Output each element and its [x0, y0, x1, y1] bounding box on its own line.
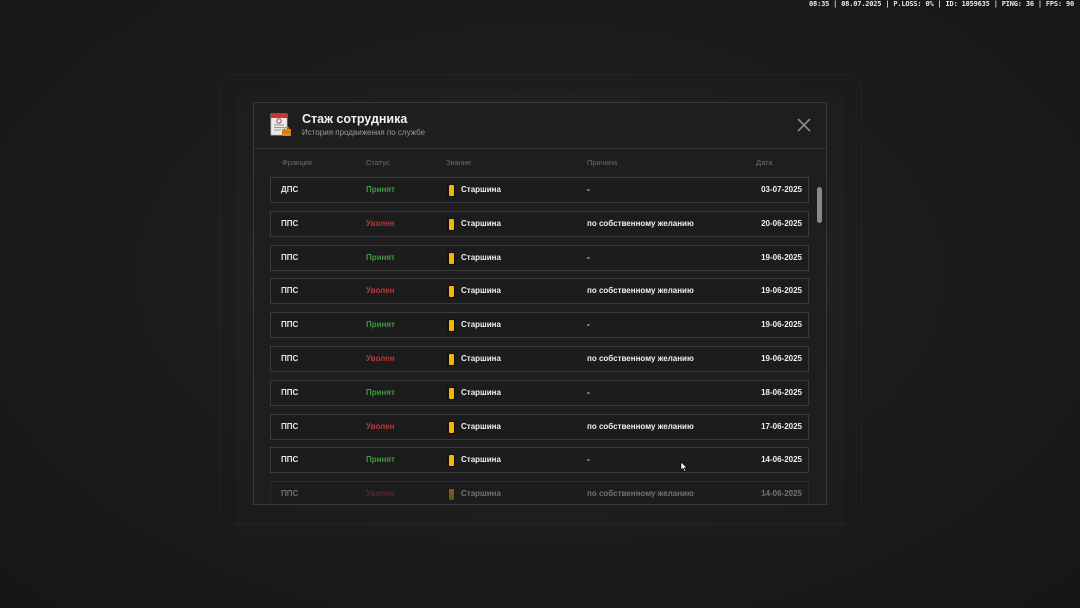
rank-insignia-icon — [447, 454, 455, 468]
rank-insignia-icon — [447, 217, 455, 231]
row-date: 18-06-2025 — [761, 387, 802, 397]
row-faction: ДПС — [281, 185, 299, 194]
table-row[interactable]: ППС Уволен Старшина по собственному желанию… — [270, 481, 809, 504]
row-faction: ППС — [281, 320, 299, 330]
row-date: 20-06-2025 — [761, 218, 802, 228]
row-date: 14-06-2025 — [761, 489, 802, 499]
row-date: 19-06-2025 — [761, 354, 802, 363]
row-reason: - — [587, 455, 590, 465]
row-faction: ППС — [281, 354, 299, 363]
column-header-faction: Фракция — [282, 158, 312, 167]
row-reason: по собственному желанию — [587, 218, 694, 228]
modal-title: Стаж сотрудника — [302, 112, 408, 126]
row-rank: Старшина — [461, 489, 501, 499]
rank-insignia-icon — [447, 386, 455, 400]
row-reason: - — [587, 387, 590, 397]
table-row[interactable]: ППС Уволен Старшина по собственному желанию… — [270, 346, 809, 372]
modal-subtitle: История продвижения по службе — [302, 128, 426, 137]
row-rank: Старшина — [461, 387, 501, 397]
rank-insignia-icon — [447, 184, 455, 197]
row-date: 17-06-2025 — [761, 421, 802, 431]
row-rank: Старшина — [461, 185, 501, 194]
table-row[interactable]: ППС Принят Старшина - 14-06-2025 — [270, 447, 809, 474]
rank-insignia-icon — [447, 251, 455, 265]
game-screen: 08:35 | 08.07.2025 | P.LOSS: 0% | ID: 10… — [0, 0, 1080, 608]
row-rank: Старшина — [461, 421, 501, 431]
row-status: Уволен — [366, 354, 395, 363]
row-status: Уволен — [366, 218, 395, 228]
row-date: 19-06-2025 — [761, 320, 802, 330]
rank-insignia-icon — [447, 319, 455, 333]
table-row[interactable]: ППС Принят Старшина - 18-06-2025 — [270, 379, 809, 406]
row-reason: по собственному желанию — [587, 489, 694, 499]
status-bar: 08:35 | 08.07.2025 | P.LOSS: 0% | ID: 10… — [809, 0, 1074, 8]
column-header-rank: Звание — [446, 158, 472, 167]
row-date: 19-06-2025 — [761, 286, 802, 296]
row-rank: Старшина — [461, 354, 501, 363]
row-rank: Старшина — [461, 218, 501, 228]
rank-insignia-icon — [447, 353, 455, 366]
row-rank: Старшина — [461, 252, 501, 262]
table-row[interactable]: ППС Уволен Старшина по собственному желанию… — [270, 413, 809, 440]
mouse-cursor-icon — [680, 460, 690, 473]
row-reason: - — [587, 252, 590, 262]
row-status: Принят — [366, 387, 395, 397]
row-reason: - — [587, 185, 590, 194]
row-status: Уволен — [366, 421, 395, 431]
row-faction: ППС — [281, 489, 299, 499]
row-status: Уволен — [366, 286, 395, 296]
scrollbar-thumb[interactable] — [817, 187, 822, 223]
column-header-status: Статус — [366, 158, 390, 167]
row-faction: ППС — [281, 455, 299, 465]
row-date: 03-07-2025 — [761, 185, 802, 194]
row-date: 19-06-2025 — [761, 252, 802, 262]
row-status: Уволен — [366, 489, 395, 499]
row-status: Принят — [366, 252, 395, 262]
table-row[interactable]: ДПС Принят Старшина - 03-07-2025 — [270, 177, 809, 203]
table-row[interactable]: ППС Принят Старшина - 19-06-2025 — [270, 312, 809, 339]
rank-insignia-icon — [447, 285, 455, 299]
row-faction: ППС — [281, 421, 299, 431]
column-header-reason: Причина — [587, 158, 618, 167]
row-reason: - — [587, 320, 590, 330]
row-reason: по собственному желанию — [587, 286, 694, 296]
row-rank: Старшина — [461, 320, 501, 330]
history-list[interactable]: ДПС Принят Старшина - 03-07-2025 ППС Уволен Ста… — [270, 177, 811, 504]
rank-insignia-icon — [447, 420, 455, 434]
service-history-modal: Стаж сотрудника История продвижения по с… — [253, 102, 827, 505]
row-rank: Старшина — [461, 286, 501, 296]
row-rank: Старшина — [461, 455, 501, 465]
row-date: 14-06-2025 — [761, 455, 802, 465]
close-icon[interactable] — [796, 117, 812, 133]
row-faction: ППС — [281, 252, 299, 262]
document-with-briefcase-icon — [270, 113, 292, 139]
row-status: Принят — [366, 455, 395, 465]
table-row[interactable]: ППС Уволен Старшина по собственному желанию… — [270, 278, 809, 305]
row-faction: ППС — [281, 286, 299, 296]
row-faction: ППС — [281, 218, 299, 228]
modal-header: Стаж сотрудника История продвижения по с… — [254, 103, 826, 149]
row-status: Принят — [366, 185, 395, 194]
table-row[interactable]: ППС Принят Старшина - 19-06-2025 — [270, 244, 809, 271]
row-faction: ППС — [281, 387, 299, 397]
row-reason: по собственному желанию — [587, 421, 694, 431]
table-header: Фракция Статус Звание Причина Дата — [254, 158, 826, 170]
column-header-date: Дата — [756, 158, 773, 167]
table-row[interactable]: ППС Уволен Старшина по собственному желанию… — [270, 210, 809, 237]
row-reason: по собственному желанию — [587, 354, 694, 363]
row-status: Принят — [366, 320, 395, 330]
rank-insignia-icon — [447, 488, 455, 502]
